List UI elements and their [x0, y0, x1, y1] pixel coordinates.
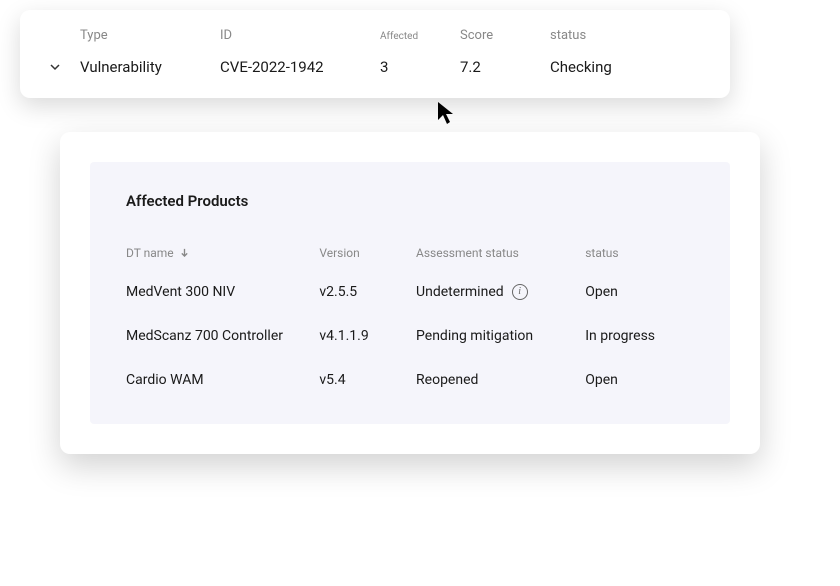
chevron-down-icon[interactable]	[50, 57, 80, 76]
vulnerability-summary-card: Type ID Affected Score status Vulnerabil…	[20, 10, 730, 98]
cell-status: Checking	[550, 58, 700, 76]
col-header-score: Score	[460, 28, 550, 43]
col-header-status: status	[550, 28, 700, 43]
table-row[interactable]: MedScanz 700 Controllerv4.1.1.9Pending m…	[126, 328, 694, 344]
cell-version: v5.4	[319, 372, 416, 388]
cell-type: Vulnerability	[80, 58, 220, 76]
summary-data-row[interactable]: Vulnerability CVE-2022-1942 3 7.2 Checki…	[50, 57, 700, 76]
cell-assessment-status: Reopened	[416, 372, 585, 388]
col-header-affected: Affected	[380, 31, 460, 42]
cell-version: v4.1.1.9	[319, 328, 416, 344]
panel-title: Affected Products	[126, 192, 694, 210]
cell-status: Open	[585, 372, 694, 388]
cell-id: CVE-2022-1942	[220, 58, 380, 76]
cell-assessment-status: Pending mitigation	[416, 328, 585, 344]
affected-products-card: Affected Products DT name Version Assess…	[60, 132, 760, 454]
col-header-type: Type	[80, 28, 220, 43]
col-header-assessment-status[interactable]: Assessment status	[416, 246, 585, 260]
cell-status: In progress	[585, 328, 694, 344]
cell-version: v2.5.5	[319, 284, 416, 300]
cell-assessment-status: Undeterminedi	[416, 284, 585, 300]
summary-header-row: Type ID Affected Score status	[50, 28, 700, 43]
cell-dt-name: MedScanz 700 Controller	[126, 328, 319, 344]
col-header-id: ID	[220, 28, 380, 43]
detail-header-row: DT name Version Assessment status status	[126, 246, 694, 260]
cell-score: 7.2	[460, 58, 550, 76]
cell-affected: 3	[380, 58, 460, 76]
cell-dt-name: Cardio WAM	[126, 372, 319, 388]
col-header-dt-name[interactable]: DT name	[126, 246, 319, 260]
table-row[interactable]: MedVent 300 NIVv2.5.5UndeterminediOpen	[126, 284, 694, 300]
cursor-pointer-icon	[436, 100, 456, 130]
info-icon[interactable]: i	[512, 284, 528, 300]
sort-arrow-down-icon	[180, 246, 189, 260]
col-header-version[interactable]: Version	[319, 246, 416, 260]
cell-status: Open	[585, 284, 694, 300]
cell-dt-name: MedVent 300 NIV	[126, 284, 319, 300]
affected-products-panel: Affected Products DT name Version Assess…	[90, 162, 730, 424]
col-header-dt-name-label: DT name	[126, 246, 174, 260]
table-row[interactable]: Cardio WAMv5.4ReopenedOpen	[126, 372, 694, 388]
col-header-status[interactable]: status	[585, 246, 694, 260]
